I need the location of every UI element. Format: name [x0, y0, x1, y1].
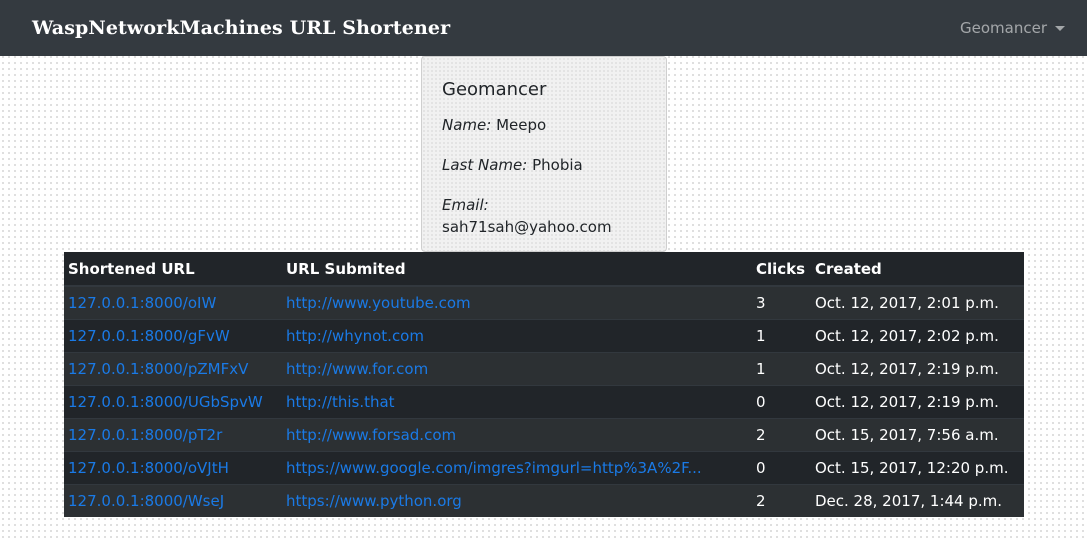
short-url-cell: 127.0.0.1:8000/oIW — [64, 285, 282, 319]
submitted-url-link[interactable]: http://whynot.com — [286, 327, 424, 345]
short-url-link[interactable]: 127.0.0.1:8000/pT2r — [68, 426, 222, 444]
brand-link[interactable]: WaspNetworkMachines URL Shortener — [32, 17, 450, 39]
short-url-cell: 127.0.0.1:8000/gFvW — [64, 318, 282, 352]
submitted-url-link[interactable]: http://this.that — [286, 393, 395, 411]
name-value: Meepo — [496, 116, 547, 134]
short-url-link[interactable]: 127.0.0.1:8000/gFvW — [68, 327, 230, 345]
column-header-shortened-url: Shortened URL — [64, 252, 282, 287]
submitted-url-cell: http://whynot.com — [282, 318, 752, 352]
short-url-link[interactable]: 127.0.0.1:8000/UGbSpvW — [68, 393, 263, 411]
submitted-url-link[interactable]: http://www.for.com — [286, 360, 428, 378]
profile-name-row: Name: Meepo — [442, 114, 646, 136]
submitted-url-link[interactable]: http://www.youtube.com — [286, 294, 471, 312]
email-label: Email: — [442, 196, 489, 214]
submitted-url-cell: http://www.youtube.com — [282, 285, 752, 319]
profile-last-name-row: Last Name: Phobia — [442, 154, 646, 176]
submitted-url-cell: http://this.that — [282, 384, 752, 418]
table-row: 127.0.0.1:8000/UGbSpvW http://this.that … — [64, 384, 1024, 418]
urls-table: Shortened URL URL Submited Clicks Create… — [64, 252, 1024, 517]
submitted-url-cell: https://www.google.com/imgres?imgurl=htt… — [282, 450, 752, 484]
column-header-created: Created — [811, 252, 1024, 287]
submitted-url-link[interactable]: http://www.forsad.com — [286, 426, 456, 444]
last-name-label: Last Name: — [442, 156, 528, 174]
submitted-url-cell: https://www.python.org — [282, 483, 752, 517]
created-cell: Oct. 12, 2017, 2:19 p.m. — [811, 351, 1024, 385]
profile-email-row: Email: sah71sah@yahoo.com — [442, 194, 646, 238]
submitted-url-cell: http://www.for.com — [282, 351, 752, 385]
created-cell: Oct. 15, 2017, 12:20 p.m. — [811, 450, 1024, 484]
caret-down-icon — [1055, 26, 1065, 31]
table-row: 127.0.0.1:8000/gFvW http://whynot.com 1 … — [64, 318, 1024, 352]
clicks-cell: 2 — [752, 483, 811, 517]
table-row: 127.0.0.1:8000/WseJ https://www.python.o… — [64, 483, 1024, 517]
submitted-url-link[interactable]: https://www.google.com/imgres?imgurl=htt… — [286, 459, 702, 477]
created-cell: Oct. 15, 2017, 7:56 a.m. — [811, 417, 1024, 451]
submitted-url-link[interactable]: https://www.python.org — [286, 492, 462, 510]
submitted-url-cell: http://www.forsad.com — [282, 417, 752, 451]
profile-username: Geomancer — [442, 79, 547, 100]
short-url-cell: 127.0.0.1:8000/pT2r — [64, 417, 282, 451]
table-row: 127.0.0.1:8000/oVJtH https://www.google.… — [64, 450, 1024, 484]
name-label: Name: — [442, 116, 492, 134]
created-cell: Oct. 12, 2017, 2:19 p.m. — [811, 384, 1024, 418]
short-url-link[interactable]: 127.0.0.1:8000/oVJtH — [68, 459, 229, 477]
table-row: 127.0.0.1:8000/oIW http://www.youtube.co… — [64, 285, 1024, 319]
short-url-cell: 127.0.0.1:8000/pZMFxV — [64, 351, 282, 385]
top-navbar: WaspNetworkMachines URL Shortener Geoman… — [0, 0, 1087, 56]
profile-card: Geomancer Name: Meepo Last Name: Phobia … — [421, 56, 667, 252]
column-header-url-submitted: URL Submited — [282, 252, 752, 287]
short-url-cell: 127.0.0.1:8000/WseJ — [64, 483, 282, 517]
user-dropdown-toggle[interactable]: Geomancer — [960, 19, 1065, 37]
created-cell: Dec. 28, 2017, 1:44 p.m. — [811, 483, 1024, 517]
table-row: 127.0.0.1:8000/pZMFxV http://www.for.com… — [64, 351, 1024, 385]
created-cell: Oct. 12, 2017, 2:02 p.m. — [811, 318, 1024, 352]
clicks-cell: 0 — [752, 384, 811, 418]
column-header-clicks: Clicks — [752, 252, 811, 287]
clicks-cell: 1 — [752, 318, 811, 352]
clicks-cell: 0 — [752, 450, 811, 484]
short-url-link[interactable]: 127.0.0.1:8000/pZMFxV — [68, 360, 248, 378]
short-url-link[interactable]: 127.0.0.1:8000/oIW — [68, 294, 216, 312]
short-url-link[interactable]: 127.0.0.1:8000/WseJ — [68, 492, 224, 510]
short-url-cell: 127.0.0.1:8000/UGbSpvW — [64, 384, 282, 418]
user-menu-label: Geomancer — [960, 19, 1047, 37]
table-row: 127.0.0.1:8000/pT2r http://www.forsad.co… — [64, 417, 1024, 451]
short-url-cell: 127.0.0.1:8000/oVJtH — [64, 450, 282, 484]
clicks-cell: 1 — [752, 351, 811, 385]
table-header-row: Shortened URL URL Submited Clicks Create… — [64, 252, 1024, 287]
last-name-value: Phobia — [532, 156, 583, 174]
email-value: sah71sah@yahoo.com — [442, 218, 612, 236]
clicks-cell: 2 — [752, 417, 811, 451]
created-cell: Oct. 12, 2017, 2:01 p.m. — [811, 285, 1024, 319]
clicks-cell: 3 — [752, 285, 811, 319]
